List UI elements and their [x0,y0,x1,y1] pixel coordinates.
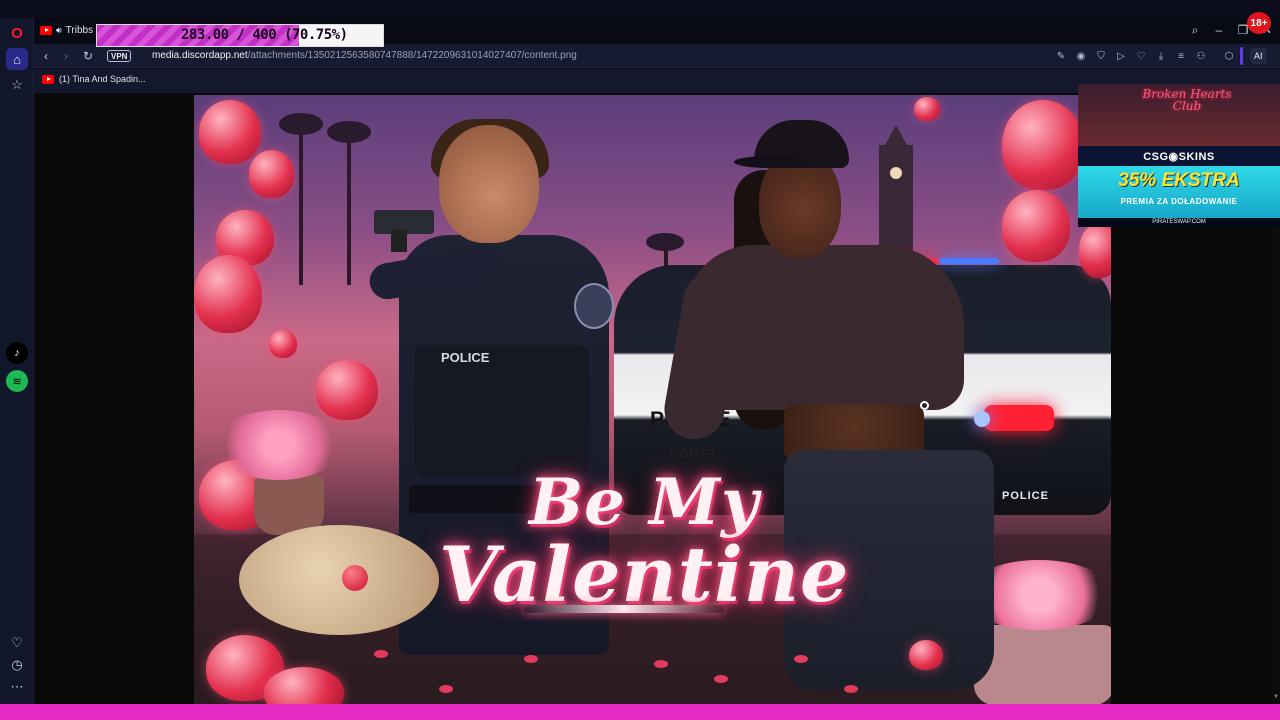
progress-text: 283.00 / 400 (70.75%) [181,27,348,43]
tail-light [984,405,1054,431]
ad-offer: 35% EKSTRA [1118,170,1240,191]
play-icon[interactable]: ▷ [1112,47,1130,65]
ad-brand: CSG◉SKINS [1078,146,1280,166]
menu-icon[interactable]: ≡ [1172,47,1190,65]
youtube-icon [40,25,52,35]
ad-banner[interactable]: Broken Hearts Club CSG◉SKINS 35% EKSTRA … [1078,84,1280,227]
spotify-icon[interactable]: ≋ [6,370,28,392]
history-icon[interactable]: ◷ [6,654,28,676]
officer-vest-text: POLICE [441,350,490,365]
speaker-icon[interactable]: 🔊︎ [56,25,62,36]
cube-icon[interactable]: ⬡ [1220,47,1238,65]
browser-window: O ⌂ ☆ ♪ ≋ ♡ ◷ ⋯ 🔊︎ Tribbs - D ⌕ – ❐ ✕ ‹ … [0,0,1280,720]
shield-icon[interactable]: ⛉ [1092,47,1110,65]
forward-icon[interactable]: › [56,46,76,66]
heart-balloon [914,97,940,121]
rose-petal [794,655,808,663]
rose-petal [524,655,538,663]
car-rear-text: POLICE [1002,490,1049,502]
ai-button[interactable]: AI [1250,48,1267,64]
bookmark-label: (1) Tina And Spadin... [59,74,146,84]
palm-tree [299,125,303,285]
accent-divider [1240,47,1243,65]
ad-footer: PIRATESWAP.COM [1078,218,1280,227]
youtube-icon [42,74,54,84]
home-icon[interactable]: ⌂ [6,48,28,70]
star-icon[interactable]: ☆ [6,74,28,96]
heart-balloon [199,100,261,164]
url-host: media.discordapp.net [152,50,248,61]
back-icon[interactable]: ‹ [36,46,56,66]
scroll-down-icon[interactable]: ▼ [1273,694,1279,700]
favorite-icon[interactable]: ♡ [1132,47,1150,65]
pistol-grip [391,230,407,252]
opera-sidebar: O ⌂ ☆ ♪ ≋ ♡ ◷ ⋯ [0,18,34,704]
ai-label: AI [1254,51,1263,61]
tiktok-icon[interactable]: ♪ [6,342,28,364]
profile-icon[interactable]: ⚇ [1192,47,1210,65]
address-toolbar: ‹ › ↻ VPN media.discordapp.net/attachmen… [34,44,1280,68]
heart-balloon [1002,190,1070,262]
mouse-cursor [920,401,929,410]
heart-balloon [909,640,943,670]
ad-club-title: Broken Hearts Club [1142,87,1232,113]
progress-overlay: 283.00 / 400 (70.75%) [96,24,384,47]
ad-offer-sub: PREMIA ZA DOŁADOWANIE [1120,197,1238,206]
officer-head [439,125,539,243]
heart-icon[interactable]: ♡ [6,632,28,654]
rose-petal [844,685,858,693]
bottom-accent-bar [0,704,1280,720]
puppy [239,525,439,635]
heart-balloon [194,255,262,333]
camera-icon[interactable]: ◉ [1072,47,1090,65]
rose-petal [374,650,388,658]
flower-pot [974,625,1111,704]
more-icon[interactable]: ⋯ [6,676,28,698]
search-icon[interactable]: ⌕ [1184,20,1206,40]
heart-balloon [1002,100,1084,190]
palm-leaves [327,121,371,143]
address-input[interactable]: media.discordapp.net/attachments/1350212… [152,50,577,61]
reload-icon[interactable]: ↻ [78,46,98,66]
bookmark-item[interactable]: (1) Tina And Spadin... [42,74,146,84]
rose-petal [439,685,453,693]
edit-icon[interactable]: ✎ [1052,47,1070,65]
heart-balloon [316,360,378,420]
heart-balloon [269,330,297,358]
age-badge: 18+ [1247,12,1271,34]
content-image: POLICE COMET POLICE POLIC [194,95,1111,704]
shoulder-patch [574,283,614,329]
flowers [214,410,344,480]
rose-petal [714,675,728,683]
download-icon[interactable]: ⤓ [1152,47,1170,65]
headline-swash [524,605,724,613]
rose-petal [654,660,668,668]
minimize-icon[interactable]: – [1208,20,1230,40]
url-path: /attachments/1350212563580747888/1472209… [247,50,577,61]
opera-logo-icon[interactable]: O [6,22,28,44]
headline-line-1: Be My [529,465,760,540]
heart-balloon [1079,223,1111,278]
heart-balloon [249,150,294,198]
palm-tree [347,135,351,285]
red-ball [342,565,368,591]
cap-brim [734,156,804,168]
vpn-badge[interactable]: VPN [107,50,132,62]
palm-leaves [279,113,323,135]
